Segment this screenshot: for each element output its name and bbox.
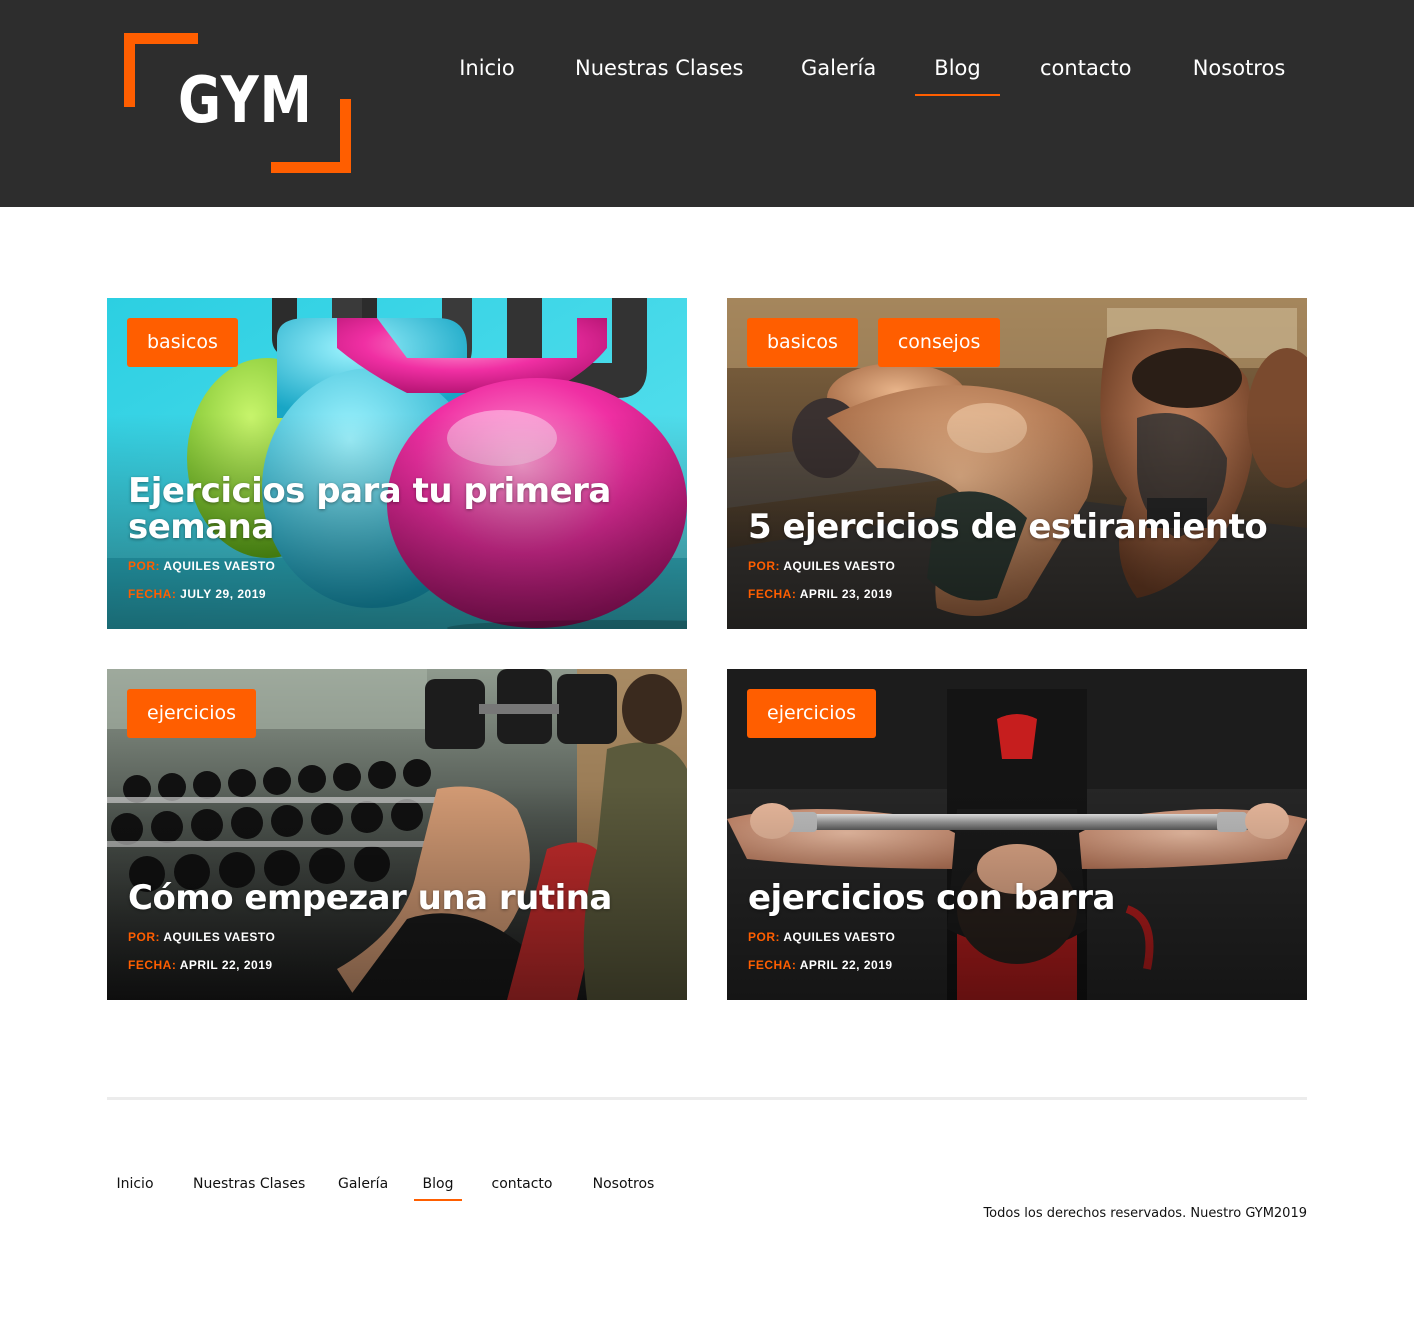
tag-basicos[interactable]: basicos	[127, 318, 238, 367]
author-label: POR:	[128, 559, 160, 573]
card-date: FECHA: JULY 29, 2019	[128, 587, 266, 601]
card-title[interactable]: Cómo empezar una rutina	[128, 880, 667, 916]
author-name: AQUILES VAESTO	[163, 930, 276, 944]
date-value: APRIL 23, 2019	[799, 587, 893, 601]
footer-nav-nuestras-clases[interactable]: Nuestras Clases	[193, 1173, 305, 1201]
blog-card[interactable]: ejercicios Cómo empezar una rutina POR: …	[107, 669, 687, 1000]
date-label: FECHA:	[128, 958, 177, 972]
date-label: FECHA:	[748, 958, 797, 972]
footer-divider	[107, 1097, 1307, 1100]
tag-ejercicios[interactable]: ejercicios	[127, 689, 257, 738]
card-tags: basicos	[127, 318, 238, 367]
logo-bracket	[124, 33, 198, 44]
nav-item-galeria[interactable]: Galería	[801, 50, 876, 96]
card-date: FECHA: APRIL 22, 2019	[128, 958, 273, 972]
main-nav: Inicio Nuestras Clases Galería Blog cont…	[0, 50, 1414, 98]
date-value: JULY 29, 2019	[180, 587, 267, 601]
footer-nav-inicio[interactable]: Inicio	[116, 1173, 154, 1201]
author-label: POR:	[748, 559, 780, 573]
date-value: APRIL 22, 2019	[799, 958, 893, 972]
card-tags: ejercicios	[127, 689, 257, 738]
tag-basicos[interactable]: basicos	[747, 318, 858, 367]
card-date: FECHA: APRIL 22, 2019	[748, 958, 893, 972]
copyright-text: Todos los derechos reservados. Nuestro G…	[983, 1206, 1307, 1221]
logo-bracket	[271, 162, 351, 173]
footer-nav-blog[interactable]: Blog	[414, 1173, 462, 1201]
date-label: FECHA:	[748, 587, 797, 601]
card-author: POR: AQUILES VAESTO	[128, 559, 275, 573]
nav-item-nuestras-clases[interactable]: Nuestras Clases	[575, 50, 743, 96]
card-date: FECHA: APRIL 23, 2019	[748, 587, 893, 601]
tag-consejos[interactable]: consejos	[877, 318, 1001, 367]
date-label: FECHA:	[128, 587, 177, 601]
tag-ejercicios[interactable]: ejercicios	[747, 689, 877, 738]
author-label: POR:	[128, 930, 160, 944]
card-title[interactable]: Ejercicios para tu primera semana	[128, 473, 667, 545]
logo-bracket	[340, 99, 351, 173]
date-value: APRIL 22, 2019	[179, 958, 273, 972]
card-title[interactable]: 5 ejercicios de estiramiento	[748, 509, 1287, 545]
nav-item-nosotros[interactable]: Nosotros	[1191, 50, 1287, 96]
author-label: POR:	[748, 930, 780, 944]
card-author: POR: AQUILES VAESTO	[128, 930, 275, 944]
nav-item-blog[interactable]: Blog	[915, 50, 1000, 96]
blog-card[interactable]: basicos Ejercicios para tu primera seman…	[107, 298, 687, 629]
site-header: GYM Inicio Nuestras Clases Galería Blog …	[0, 0, 1414, 207]
nav-item-inicio[interactable]: Inicio	[459, 50, 515, 96]
card-author: POR: AQUILES VAESTO	[748, 559, 895, 573]
blog-card[interactable]: basicos consejos 5 ejercicios de estiram…	[727, 298, 1307, 629]
footer-nav-galeria[interactable]: Galería	[338, 1173, 388, 1201]
card-tags: basicos consejos	[747, 318, 1001, 367]
author-name: AQUILES VAESTO	[783, 930, 896, 944]
card-tags: ejercicios	[747, 689, 877, 738]
card-title[interactable]: ejercicios con barra	[748, 880, 1287, 916]
footer-nav-nosotros[interactable]: Nosotros	[592, 1173, 655, 1201]
card-author: POR: AQUILES VAESTO	[748, 930, 895, 944]
author-name: AQUILES VAESTO	[163, 559, 276, 573]
author-name: AQUILES VAESTO	[783, 559, 896, 573]
blog-card[interactable]: ejercicios ejercicios con barra POR: AQU…	[727, 669, 1307, 1000]
footer-nav-contacto[interactable]: contacto	[491, 1173, 553, 1201]
nav-item-contacto[interactable]: contacto	[1040, 50, 1131, 96]
